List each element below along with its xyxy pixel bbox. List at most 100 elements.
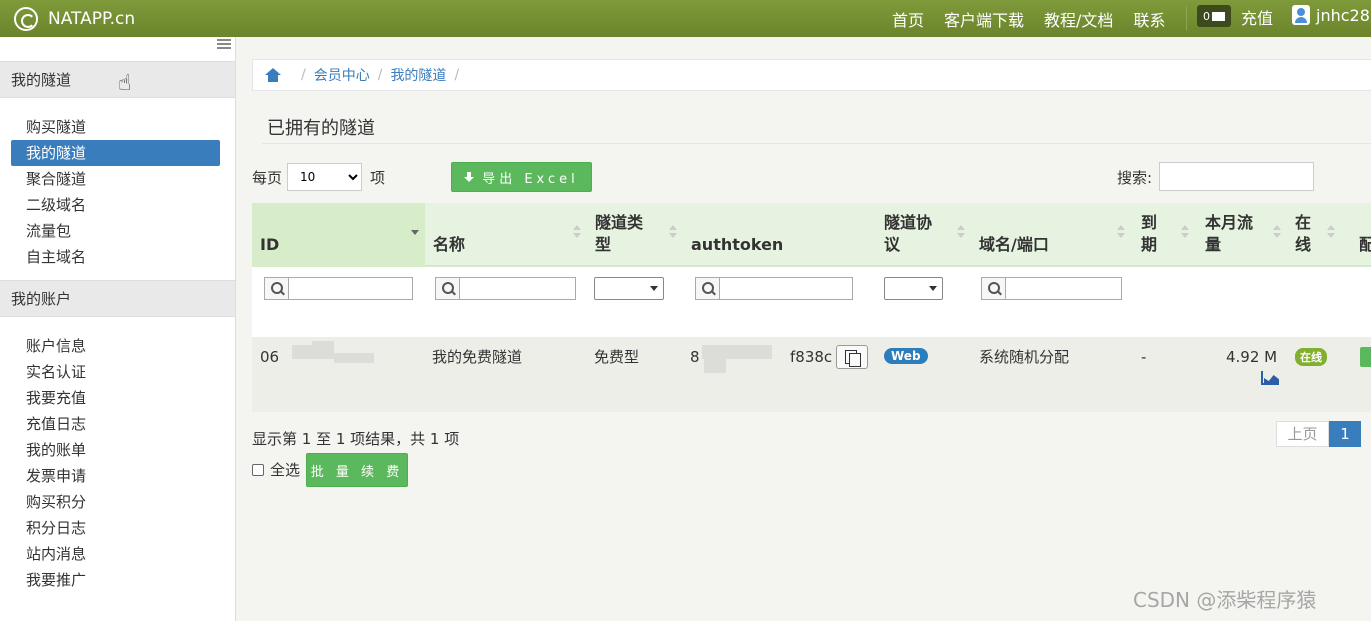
table-row[interactable]: 06 我的免费隧道 免费型 8 f838c Web 系统随机分配 - 4.92 …	[252, 337, 1371, 412]
search-input[interactable]	[1159, 162, 1314, 191]
sort-icon	[1327, 225, 1335, 239]
table-info: 显示第 1 至 1 项结果，共 1 项	[252, 430, 460, 448]
filter-protocol-select[interactable]	[884, 277, 943, 300]
redacted-block	[704, 359, 726, 373]
sidebar-item-subdomain[interactable]: 二级域名	[11, 192, 220, 218]
tunnel-menu: 购买隧道 我的隧道 聚合隧道 二级域名 流量包 自主域名	[0, 98, 235, 280]
sidebar-header-label: 我的隧道	[11, 71, 72, 89]
sidebar-item-invoice[interactable]: 发票申请	[11, 463, 220, 489]
sidebar-header-account[interactable]: 我的账户	[0, 280, 235, 317]
sidebar-item-buy-tunnel[interactable]: 购买隧道	[11, 114, 220, 140]
column-header-protocol[interactable]: 隧道协议	[877, 203, 971, 267]
envelope-icon	[1212, 11, 1225, 21]
column-header-label: 在线	[1295, 213, 1312, 254]
sort-icon	[1117, 225, 1125, 239]
copy-authtoken-button[interactable]	[836, 345, 868, 369]
main-content: / 会员中心 / 我的隧道 / 已拥有的隧道 每页 10 项 导出 Excel …	[252, 37, 1371, 621]
cell-authtoken-end: f838c	[790, 348, 833, 366]
sidebar-item-buy-points[interactable]: 购买积分	[11, 489, 220, 515]
filter-row	[252, 267, 1371, 337]
filter-name-input[interactable]	[435, 277, 576, 300]
sidebar-item-aggregate-tunnel[interactable]: 聚合隧道	[11, 166, 220, 192]
column-header-domain[interactable]: 域名/端口	[971, 203, 1131, 267]
select-all[interactable]: 全选	[252, 459, 300, 480]
cell-type: 免费型	[594, 348, 640, 366]
sidebar-item-points-log[interactable]: 积分日志	[11, 515, 220, 541]
cell-traffic: 4.92 M	[1226, 348, 1278, 366]
per-page-select[interactable]: 10	[287, 163, 363, 191]
column-header-traffic[interactable]: 本月流量	[1195, 203, 1287, 267]
sidebar-top	[0, 37, 235, 61]
home-icon[interactable]	[265, 68, 281, 82]
redacted-block	[334, 353, 374, 363]
page-title: 已拥有的隧道	[267, 118, 375, 139]
cell-expire: -	[1141, 348, 1147, 366]
sidebar-item-my-tunnels[interactable]: 我的隧道	[11, 140, 220, 166]
filter-authtoken-input[interactable]	[695, 277, 853, 300]
select-all-label: 全选	[270, 461, 301, 479]
sidebar-collapse-icon[interactable]	[217, 39, 231, 49]
redacted-block	[312, 341, 334, 351]
nav-divider	[1186, 6, 1187, 31]
sidebar-item-traffic-pack[interactable]: 流量包	[11, 218, 220, 244]
sidebar-item-messages[interactable]: 站内消息	[11, 541, 220, 567]
breadcrumb-separator: /	[301, 67, 306, 83]
column-header-expire[interactable]: 到期	[1131, 203, 1195, 267]
sidebar-item-account-info[interactable]: 账户信息	[11, 333, 220, 359]
column-header-type[interactable]: 隧道类型	[587, 203, 683, 267]
sidebar-item-recharge[interactable]: 我要充值	[11, 385, 220, 411]
sidebar-item-real-name[interactable]: 实名认证	[11, 359, 220, 385]
sort-icon	[957, 225, 965, 239]
natapp-logo-icon	[14, 6, 38, 31]
column-header-label: 域名/端口	[979, 235, 1049, 254]
page-1-button[interactable]: 1	[1329, 421, 1361, 447]
sort-desc-icon	[411, 225, 419, 239]
breadcrumb-my-tunnels[interactable]: 我的隧道	[390, 65, 446, 85]
column-header-id[interactable]: ID	[252, 203, 425, 267]
cell-name: 我的免费隧道	[432, 348, 523, 366]
sidebar-header-label: 我的账户	[11, 290, 72, 308]
column-header-authtoken[interactable]: authtoken	[683, 203, 877, 267]
tunnel-table: ID 名称 隧道类型 authtoken 隧道协议 域名/端口 到期 本月流量 …	[252, 203, 1371, 412]
account-menu: 账户信息 实名认证 我要充值 充值日志 我的账单 发票申请 购买积分 积分日志 …	[0, 317, 235, 603]
nav-home[interactable]: 首页	[892, 7, 924, 31]
nav-links: 首页 客户端下载 教程/文档 联系	[892, 0, 1185, 37]
sidebar-item-referral[interactable]: 我要推广	[11, 567, 220, 593]
breadcrumb-member-center[interactable]: 会员中心	[314, 65, 370, 85]
brand[interactable]: NATAPP.cn	[14, 6, 135, 31]
search-icon	[982, 278, 1006, 299]
column-header-online[interactable]: 在线	[1287, 203, 1341, 267]
sidebar-item-bills[interactable]: 我的账单	[11, 437, 220, 463]
sidebar-header-tunnels[interactable]: 我的隧道 ☝	[0, 61, 235, 98]
area-chart-icon[interactable]	[1261, 371, 1279, 385]
sort-icon	[1273, 225, 1281, 239]
prev-page-button[interactable]: 上页	[1276, 421, 1329, 447]
nav-tutorial[interactable]: 教程/文档	[1044, 7, 1113, 31]
export-excel-button[interactable]: 导出 Excel	[451, 162, 592, 192]
title-divider	[262, 143, 1371, 144]
batch-renew-button[interactable]: 批 量 续 费	[306, 453, 408, 487]
sidebar-item-recharge-log[interactable]: 充值日志	[11, 411, 220, 437]
column-header-label: 配	[1359, 235, 1371, 254]
select-all-checkbox[interactable]	[252, 463, 264, 476]
nav-client-download[interactable]: 客户端下载	[944, 7, 1024, 31]
column-header-config[interactable]: 配	[1341, 203, 1371, 267]
breadcrumb: / 会员中心 / 我的隧道 /	[252, 59, 1371, 91]
filter-id-input[interactable]	[264, 277, 413, 300]
download-icon	[464, 172, 475, 182]
config-button[interactable]	[1360, 347, 1371, 367]
search-icon	[436, 278, 460, 299]
user-menu[interactable]: jnhc28	[1292, 5, 1370, 25]
table-header: ID 名称 隧道类型 authtoken 隧道协议 域名/端口 到期 本月流量 …	[252, 203, 1371, 267]
message-badge[interactable]: 0	[1197, 5, 1231, 27]
filter-domain-input[interactable]	[981, 277, 1122, 300]
nav-contact[interactable]: 联系	[1133, 7, 1165, 31]
nav-recharge[interactable]: 充值	[1241, 5, 1273, 29]
username: jnhc28	[1316, 5, 1370, 25]
sort-icon	[573, 225, 581, 239]
column-header-name[interactable]: 名称	[425, 203, 587, 267]
filter-type-select[interactable]	[594, 277, 664, 300]
sidebar-item-custom-domain[interactable]: 自主域名	[11, 244, 220, 270]
cell-authtoken-start: 8	[690, 348, 700, 366]
sidebar: 我的隧道 ☝ 购买隧道 我的隧道 聚合隧道 二级域名 流量包 自主域名 我的账户…	[0, 37, 236, 621]
